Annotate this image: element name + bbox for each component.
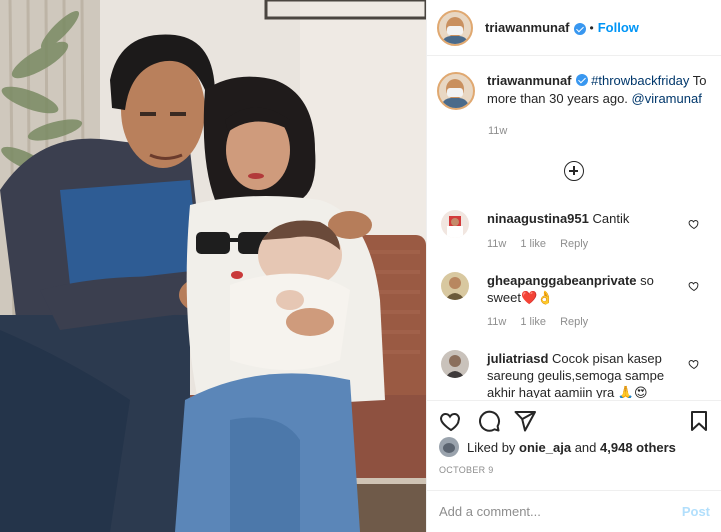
likes-middle: and — [574, 439, 597, 455]
add-comment-bar: Post — [427, 490, 721, 532]
likes-summary: Liked by onie_aja and 4,948 others — [439, 437, 676, 457]
post-date[interactable]: OCTOBER 9 — [439, 465, 494, 475]
comment-time[interactable]: 11w — [487, 316, 506, 328]
caption-timestamp[interactable]: 11w — [488, 125, 507, 137]
comment-likes[interactable]: 1 like — [520, 316, 546, 328]
heart-icon[interactable] — [688, 280, 700, 292]
comment-content: Cantik — [592, 211, 630, 226]
caption-mention-link[interactable]: @viramunaf — [632, 91, 702, 106]
caption-text: triawanmunaf #throwbackfriday To more th… — [487, 72, 712, 110]
commenter-avatar[interactable] — [441, 272, 469, 300]
likes-prefix: Liked by — [467, 439, 516, 455]
instagram-post-modal: triawanmunaf • Follow triawanmunaf #thro… — [0, 0, 721, 532]
verified-badge-icon — [573, 22, 586, 35]
comment-text: juliatriasd Cocok pisan kasep sareung ge… — [487, 350, 677, 398]
reply-button[interactable]: Reply — [560, 238, 588, 250]
follow-button[interactable]: Follow — [598, 20, 639, 35]
liker-username[interactable]: onie_aja — [519, 440, 571, 455]
commenter-avatar[interactable] — [441, 210, 469, 238]
post-comment-button[interactable]: Post — [682, 504, 710, 519]
reply-button[interactable]: Reply — [560, 316, 588, 328]
comment-time[interactable]: 11w — [487, 238, 506, 250]
comment-meta: 11w 1 like Reply — [487, 316, 588, 328]
comment-bubble-icon[interactable] — [477, 409, 501, 433]
post-header: triawanmunaf • Follow — [427, 0, 721, 56]
post-photo[interactable] — [0, 0, 426, 532]
caption-hashtag-link[interactable]: #throwbackfriday — [591, 73, 689, 88]
likes-count[interactable]: 4,948 others — [600, 440, 676, 455]
post-action-bar — [427, 400, 721, 434]
bookmark-icon[interactable] — [687, 409, 711, 433]
verified-badge-icon — [575, 74, 588, 86]
comment-username[interactable]: juliatriasd — [487, 351, 548, 366]
separator-dot: • — [589, 20, 594, 35]
comment-username[interactable]: ninaagustina951 — [487, 211, 589, 226]
heart-icon[interactable] — [688, 218, 700, 230]
post-side-panel: triawanmunaf • Follow triawanmunaf #thro… — [426, 0, 721, 532]
heart-icon[interactable] — [688, 358, 700, 370]
family-photo-image — [0, 0, 426, 532]
plus-circle-icon[interactable] — [564, 161, 584, 181]
comment-text: gheapanggabeanprivate so sweet❤️👌 — [487, 272, 677, 306]
comment-text: ninaagustina951 Cantik — [487, 210, 677, 227]
caption-avatar[interactable] — [437, 72, 475, 110]
commenter-avatar[interactable] — [441, 350, 469, 378]
comment-meta: 11w 1 like Reply — [487, 238, 588, 250]
comment-item: juliatriasd Cocok pisan kasep sareung ge… — [437, 350, 717, 398]
comment-input[interactable] — [439, 504, 682, 519]
author-avatar[interactable] — [437, 9, 473, 46]
heart-icon[interactable] — [439, 409, 463, 433]
paper-plane-icon[interactable] — [513, 409, 537, 433]
caption-username[interactable]: triawanmunaf — [487, 73, 572, 88]
comment-likes[interactable]: 1 like — [520, 238, 546, 250]
liker-avatar[interactable] — [439, 437, 459, 457]
post-caption: triawanmunaf #throwbackfriday To more th… — [437, 72, 712, 110]
comment-username[interactable]: gheapanggabeanprivate — [487, 273, 637, 288]
author-username[interactable]: triawanmunaf — [485, 20, 570, 35]
